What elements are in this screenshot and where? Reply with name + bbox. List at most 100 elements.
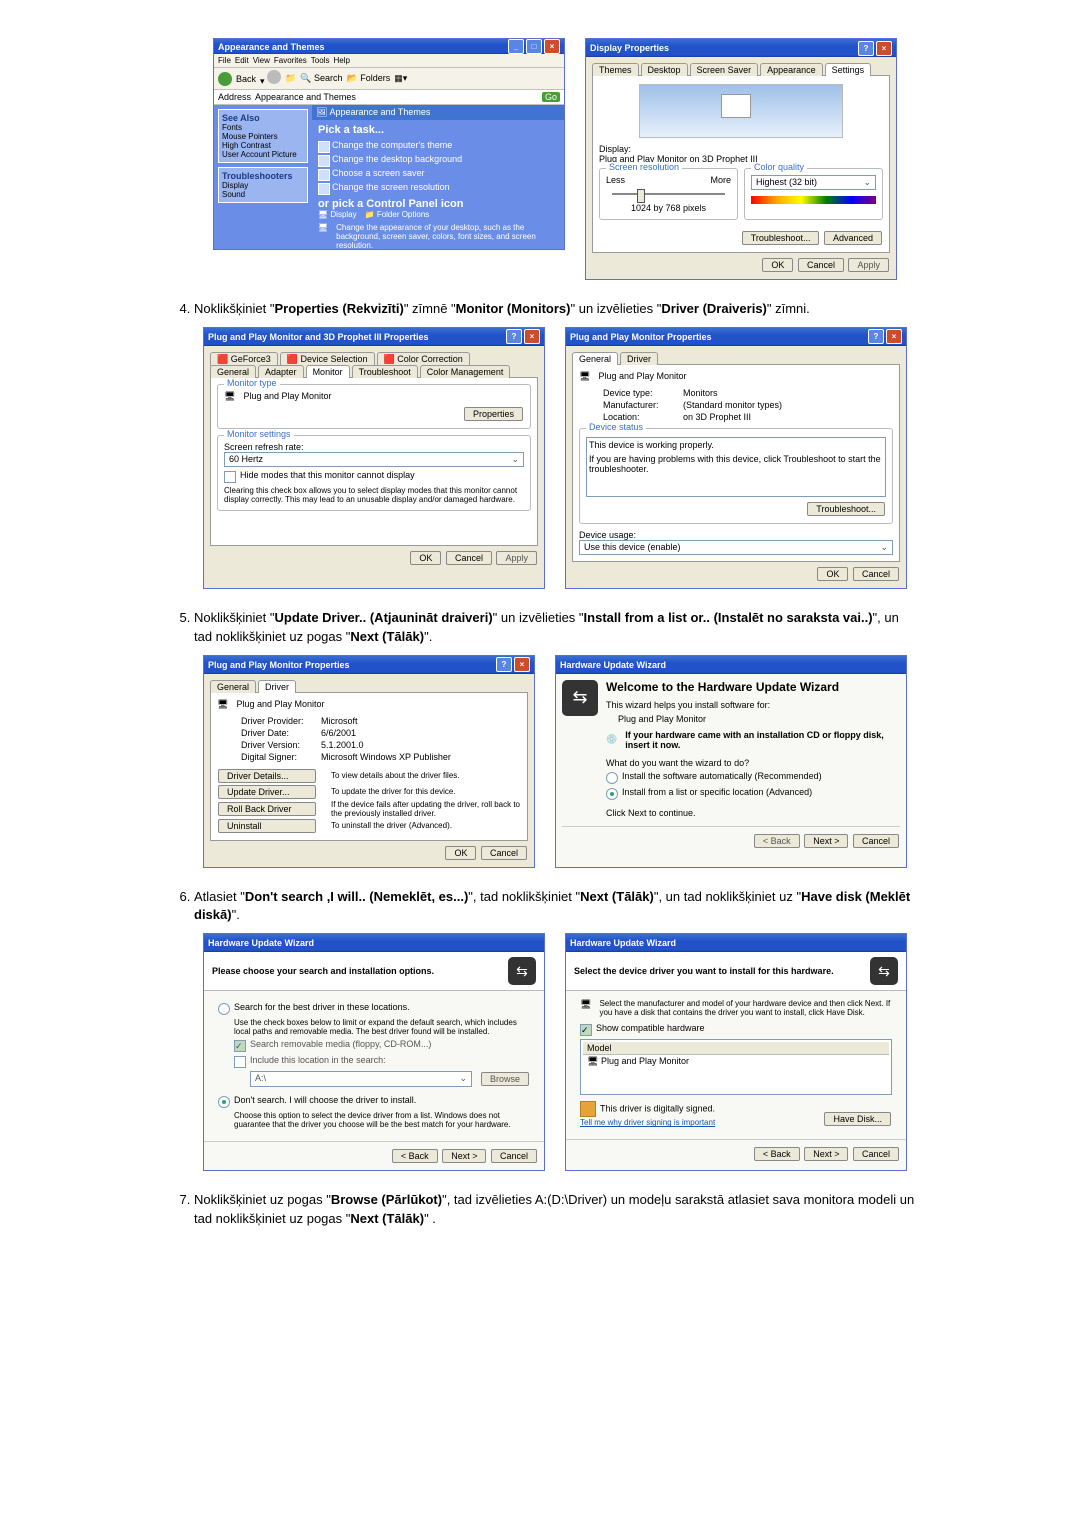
next-button[interactable]: Next >	[804, 1147, 848, 1161]
close-icon[interactable]: ×	[514, 657, 530, 672]
cancel-button[interactable]: Cancel	[853, 1147, 899, 1161]
option-search[interactable]: Search for the best driver in these loca…	[218, 1002, 530, 1015]
close-icon[interactable]: ×	[524, 329, 540, 344]
apply-button[interactable]: Apply	[848, 258, 889, 272]
side-item[interactable]: Sound	[222, 190, 304, 199]
cp-icon-folder-options[interactable]: 📁 Folder Options	[365, 210, 430, 219]
tab-geforce[interactable]: 🟥 GeForce3	[210, 352, 278, 366]
cancel-button[interactable]: Cancel	[853, 567, 899, 581]
properties-button[interactable]: Properties	[464, 407, 523, 421]
chk-location[interactable]: Include this location in the search:	[234, 1055, 530, 1068]
close-icon[interactable]: ×	[886, 329, 902, 344]
task-item[interactable]: Change the screen resolution	[318, 182, 558, 192]
refresh-select[interactable]: 60 Hertz⌄	[224, 452, 524, 467]
tab-adapter[interactable]: Adapter	[258, 365, 304, 378]
back-button[interactable]: < Back	[754, 834, 800, 848]
search-icon[interactable]: 🔍 Search	[300, 73, 342, 84]
side-item[interactable]: High Contrast	[222, 141, 304, 150]
tab-settings[interactable]: Settings	[825, 63, 872, 76]
menu-view[interactable]: View	[253, 56, 270, 65]
resolution-slider[interactable]	[612, 193, 725, 195]
advanced-button[interactable]: Advanced	[824, 231, 882, 245]
tab-device-selection[interactable]: 🟥 Device Selection	[280, 352, 375, 366]
back-button[interactable]: < Back	[754, 1147, 800, 1161]
help-icon[interactable]: ?	[506, 329, 522, 344]
uninstall-button[interactable]: Uninstall	[218, 819, 316, 833]
option-auto[interactable]: Install the software automatically (Reco…	[606, 771, 900, 784]
tab-troubleshoot[interactable]: Troubleshoot	[352, 365, 418, 378]
ok-button[interactable]: OK	[410, 551, 441, 565]
minimize-icon[interactable]: _	[508, 39, 524, 54]
tab-appearance[interactable]: Appearance	[760, 63, 823, 76]
tab-driver[interactable]: Driver	[258, 680, 296, 693]
tab-screensaver[interactable]: Screen Saver	[690, 63, 759, 76]
model-item[interactable]: 🖥 Plug and Play Monitor	[583, 1055, 889, 1068]
cancel-button[interactable]: Cancel	[798, 258, 844, 272]
hide-modes-checkbox[interactable]: Hide modes that this monitor cannot disp…	[224, 470, 524, 483]
cancel-button[interactable]: Cancel	[481, 846, 527, 860]
up-icon[interactable]: 📁	[285, 73, 296, 84]
cp-icon-display-row[interactable]: 🖥Change the appearance of your desktop, …	[318, 223, 558, 250]
cancel-button[interactable]: Cancel	[853, 834, 899, 848]
tab-general[interactable]: General	[210, 680, 256, 693]
menu-favorites[interactable]: Favorites	[274, 56, 307, 65]
back-button[interactable]: < Back	[392, 1149, 438, 1163]
help-icon[interactable]: ?	[868, 329, 884, 344]
tab-general[interactable]: General	[572, 352, 618, 365]
side-item[interactable]: User Account Picture	[222, 150, 304, 159]
cancel-button[interactable]: Cancel	[446, 551, 492, 565]
ok-button[interactable]: OK	[817, 567, 848, 581]
apply-button[interactable]: Apply	[496, 551, 537, 565]
have-disk-button[interactable]: Have Disk...	[824, 1112, 891, 1126]
menu-edit[interactable]: Edit	[235, 56, 249, 65]
forward-icon[interactable]	[267, 70, 281, 84]
tab-general[interactable]: General	[210, 365, 256, 378]
option-dont-search[interactable]: Don't search. I will choose the driver t…	[218, 1095, 530, 1108]
cancel-button[interactable]: Cancel	[491, 1149, 537, 1163]
browse-button[interactable]: Browse	[481, 1072, 529, 1086]
next-button[interactable]: Next >	[804, 834, 848, 848]
quality-select[interactable]: Highest (32 bit)⌄	[751, 175, 876, 190]
menu-tools[interactable]: Tools	[311, 56, 330, 65]
maximize-icon[interactable]: □	[526, 39, 542, 54]
location-combo[interactable]: A:\⌄	[250, 1071, 472, 1087]
chk-removable[interactable]: ✓Search removable media (floppy, CD-ROM.…	[234, 1039, 530, 1052]
update-driver-button[interactable]: Update Driver...	[218, 785, 316, 799]
usage-select[interactable]: Use this device (enable)⌄	[579, 540, 893, 555]
driver-details-button[interactable]: Driver Details...	[218, 769, 316, 783]
ok-button[interactable]: OK	[762, 258, 793, 272]
option-list[interactable]: Install from a list or specific location…	[606, 787, 900, 800]
menu-help[interactable]: Help	[333, 56, 349, 65]
address-value[interactable]: Appearance and Themes	[255, 92, 538, 102]
why-signing-link[interactable]: Tell me why driver signing is important	[580, 1118, 715, 1127]
close-icon[interactable]: ×	[544, 39, 560, 54]
troubleshoot-button[interactable]: Troubleshoot...	[807, 502, 885, 516]
cp-icon-display[interactable]: 🖥 Display	[318, 210, 357, 219]
help-icon[interactable]: ?	[858, 41, 874, 56]
go-button[interactable]: Go	[542, 92, 560, 102]
tab-desktop[interactable]: Desktop	[641, 63, 688, 76]
side-item[interactable]: Display	[222, 181, 304, 190]
menu-file[interactable]: File	[218, 56, 231, 65]
ok-button[interactable]: OK	[445, 846, 476, 860]
task-item[interactable]: Choose a screen saver	[318, 168, 558, 178]
tab-color-mgmt[interactable]: Color Management	[420, 365, 511, 378]
folders-icon[interactable]: 📂 Folders	[347, 73, 391, 84]
task-item[interactable]: Change the desktop background	[318, 154, 558, 164]
views-icon[interactable]: ▦▾	[394, 73, 407, 84]
close-icon[interactable]: ×	[876, 41, 892, 56]
back-icon[interactable]	[218, 72, 232, 86]
compat-checkbox[interactable]: ✓Show compatible hardware	[580, 1023, 892, 1036]
tab-themes[interactable]: Themes	[592, 63, 639, 76]
tab-monitor[interactable]: Monitor	[306, 365, 350, 378]
task-item[interactable]: Change the computer's theme	[318, 140, 558, 150]
side-item[interactable]: Fonts	[222, 123, 304, 132]
tab-driver[interactable]: Driver	[620, 352, 658, 365]
rollback-button[interactable]: Roll Back Driver	[218, 802, 316, 816]
help-icon[interactable]: ?	[496, 657, 512, 672]
next-button[interactable]: Next >	[442, 1149, 486, 1163]
troubleshoot-button[interactable]: Troubleshoot...	[742, 231, 820, 245]
model-list[interactable]: Model 🖥 Plug and Play Monitor	[580, 1039, 892, 1095]
side-item[interactable]: Mouse Pointers	[222, 132, 304, 141]
tab-color-correction[interactable]: 🟥 Color Correction	[377, 352, 470, 366]
